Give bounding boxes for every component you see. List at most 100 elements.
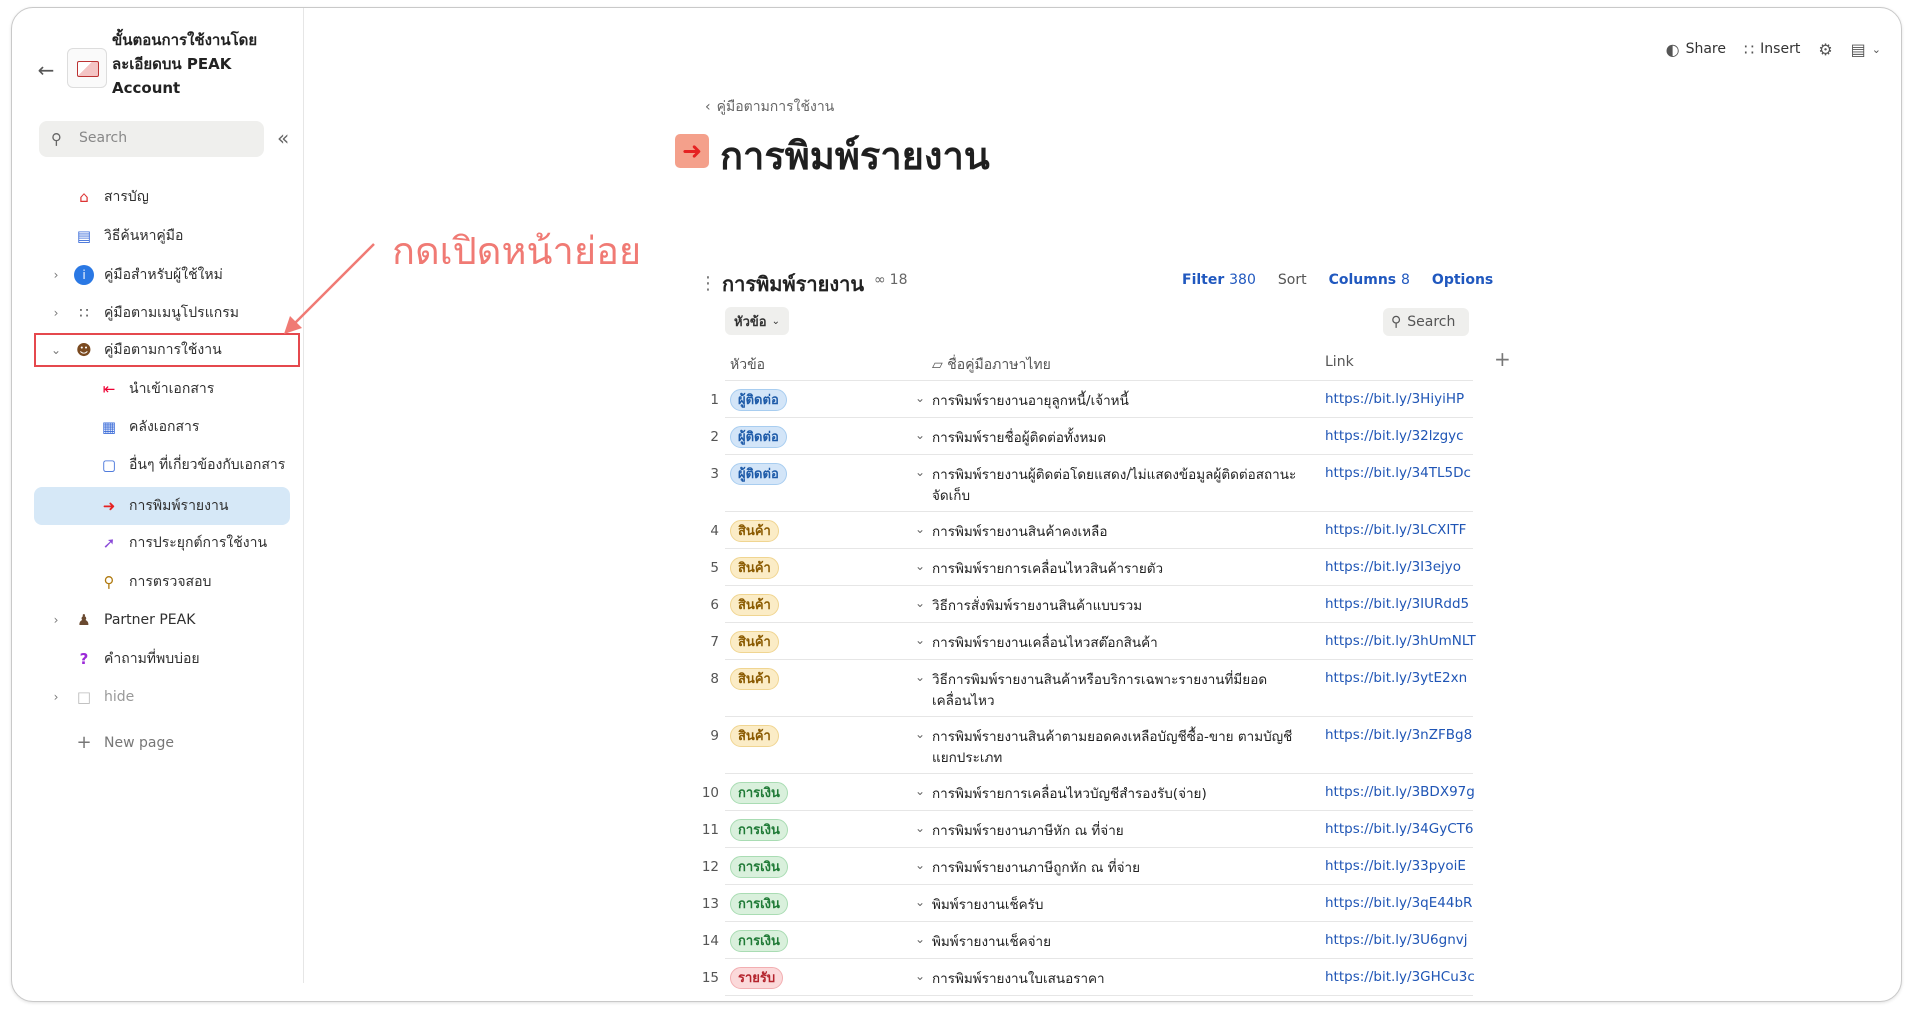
sidebar-item-how-to-search[interactable]: ▤ วิธีค้นหาคู่มือ bbox=[47, 219, 297, 253]
guide-name[interactable]: พิมพ์รายงานเช็คจ่าย bbox=[932, 932, 1302, 953]
topic-tag[interactable]: สินค้า bbox=[730, 631, 779, 653]
guide-link[interactable]: https://bit.ly/3hUmNLT bbox=[1325, 633, 1476, 649]
add-column-button[interactable]: + bbox=[1494, 347, 1511, 371]
chevron-down-icon[interactable]: ⌄ bbox=[915, 821, 925, 835]
database-menu-icon[interactable]: ⋮ bbox=[699, 273, 717, 294]
topic-tag[interactable]: การเงิน bbox=[730, 819, 788, 841]
table-row[interactable]: 15 รายรับ ⌄ การพิมพ์รายงานใบเสนอราคา https:/… bbox=[702, 959, 1475, 996]
table-row[interactable]: 1 ผู้ติดต่อ ⌄ การพิมพ์รายงานอายุลูกหนี้/เจ้… bbox=[710, 381, 1473, 418]
sidebar-item-partner-peak[interactable]: › ♟ Partner PEAK bbox=[47, 603, 297, 637]
filter-button[interactable]: Filter 380 bbox=[1182, 272, 1256, 288]
guide-name[interactable]: การพิมพ์รายงานผู้ติดต่อโดยแสดง/ไม่แสดงข้… bbox=[932, 465, 1302, 507]
guide-name[interactable]: การพิมพ์รายงานภาษีหัก ณ ที่จ่าย bbox=[932, 821, 1302, 842]
share-button[interactable]: ◐ Share bbox=[1666, 40, 1726, 59]
guide-name[interactable]: การพิมพ์รายงานสินค้าคงเหลือ bbox=[932, 522, 1302, 543]
table-row[interactable]: 5 สินค้า ⌄ การพิมพ์รายการเคลื่อนไหวสินค้ารา… bbox=[710, 549, 1473, 586]
sidebar-item-print-reports[interactable]: ➜ การพิมพ์รายงาน bbox=[34, 487, 290, 525]
guide-link[interactable]: https://bit.ly/3HiyiHP bbox=[1325, 391, 1464, 407]
insert-button[interactable]: ∷ Insert bbox=[1744, 40, 1800, 59]
group-by-chip[interactable]: หัวข้อ ⌄ bbox=[725, 307, 789, 335]
guide-link[interactable]: https://bit.ly/3BDX97g bbox=[1325, 784, 1475, 800]
guide-name[interactable]: การพิมพ์รายงานเคลื่อนไหวสต๊อกสินค้า bbox=[932, 633, 1302, 654]
guide-link[interactable]: https://bit.ly/3ytE2xn bbox=[1325, 670, 1467, 686]
table-row[interactable]: 2 ผู้ติดต่อ ⌄ การพิมพ์รายชื่อผู้ติดต่อทั้งห… bbox=[710, 418, 1473, 455]
topic-tag[interactable]: ผู้ติดต่อ bbox=[730, 389, 787, 411]
sidebar-item-doc-library[interactable]: ▦ คลังเอกสาร bbox=[47, 410, 297, 444]
table-row[interactable]: 3 ผู้ติดต่อ ⌄ การพิมพ์รายงานผู้ติดต่อโดยแสด… bbox=[710, 455, 1473, 512]
guide-link[interactable]: https://bit.ly/3IURdd5 bbox=[1325, 596, 1469, 612]
table-search-button[interactable]: ⚲ Search bbox=[1383, 308, 1469, 336]
sidebar-item-import-docs[interactable]: ⇤ นำเข้าเอกสาร bbox=[47, 372, 297, 406]
chevron-right-icon[interactable]: › bbox=[49, 613, 63, 627]
topic-tag[interactable]: ผู้ติดต่อ bbox=[730, 426, 787, 448]
chevron-down-icon[interactable]: ⌄ bbox=[915, 932, 925, 946]
column-header-name[interactable]: ▱ ชื่อคู่มือภาษาไทย bbox=[932, 354, 1051, 376]
topic-tag[interactable]: การเงิน bbox=[730, 930, 788, 952]
guide-name[interactable]: การพิมพ์รายการเคลื่อนไหวบัญชีสำรองรับ(จ่… bbox=[932, 784, 1302, 805]
chevron-down-icon[interactable]: ⌄ bbox=[915, 522, 925, 536]
chevron-down-icon[interactable]: ⌄ bbox=[915, 428, 925, 442]
sidebar-item-inspection[interactable]: ⚲ การตรวจสอบ bbox=[47, 565, 297, 599]
sidebar-item-contents[interactable]: ⌂ สารบัญ bbox=[47, 180, 297, 214]
sidebar-search[interactable]: ⚲ Search bbox=[39, 121, 264, 157]
chevron-right-icon[interactable]: › bbox=[49, 690, 63, 704]
table-row[interactable]: 13 การเงิน ⌄ พิมพ์รายงานเช็ครับ https://bit.… bbox=[702, 885, 1473, 922]
topic-tag[interactable]: สินค้า bbox=[730, 557, 779, 579]
new-page-button[interactable]: + New page bbox=[47, 726, 297, 760]
guide-name[interactable]: วิธีการพิมพ์รายงานสินค้าหรือบริการเฉพาะร… bbox=[932, 670, 1302, 712]
topic-tag[interactable]: การเงิน bbox=[730, 782, 788, 804]
sidebar-item-new-users[interactable]: › i คู่มือสำหรับผู้ใช้ใหม่ bbox=[47, 258, 297, 292]
topic-tag[interactable]: ผู้ติดต่อ bbox=[730, 463, 787, 485]
guide-link[interactable]: https://bit.ly/34TL5Dc bbox=[1325, 465, 1471, 481]
topic-tag[interactable]: รายรับ bbox=[730, 967, 784, 989]
guide-name[interactable]: การพิมพ์รายงานสินค้าตามยอดคงเหลือบัญชีซื… bbox=[932, 727, 1302, 769]
table-row[interactable]: 12 การเงิน ⌄ การพิมพ์รายงานภาษีถูกหัก ณ ที่… bbox=[702, 848, 1473, 885]
settings-button[interactable]: ⚙ bbox=[1818, 40, 1832, 59]
table-row[interactable]: 7 สินค้า ⌄ การพิมพ์รายงานเคลื่อนไหวสต๊อกสิน… bbox=[710, 623, 1476, 660]
chevron-down-icon[interactable]: ⌄ bbox=[915, 858, 925, 872]
chevron-down-icon[interactable]: ⌄ bbox=[915, 727, 925, 741]
guide-link[interactable]: https://bit.ly/34GyCT6 bbox=[1325, 821, 1473, 837]
comments-button[interactable]: ▤ ⌄ bbox=[1851, 40, 1881, 59]
topic-tag[interactable]: สินค้า bbox=[730, 520, 779, 542]
chevron-down-icon[interactable]: ⌄ bbox=[49, 343, 63, 357]
back-arrow-icon[interactable]: ← bbox=[34, 58, 58, 82]
table-row[interactable]: 11 การเงิน ⌄ การพิมพ์รายงานภาษีหัก ณ ที่จ่า… bbox=[702, 811, 1473, 848]
table-row[interactable]: 14 การเงิน ⌄ พิมพ์รายงานเช็คจ่าย https://bit… bbox=[702, 922, 1473, 959]
columns-button[interactable]: Columns 8 bbox=[1329, 272, 1410, 288]
chevron-down-icon[interactable]: ⌄ bbox=[915, 969, 925, 983]
guide-link[interactable]: https://bit.ly/3qE44bR bbox=[1325, 895, 1472, 911]
chevron-down-icon[interactable]: ⌄ bbox=[915, 559, 925, 573]
chevron-down-icon[interactable]: ⌄ bbox=[915, 465, 925, 479]
breadcrumb[interactable]: ‹ คู่มือตามการใช้งาน bbox=[705, 96, 834, 118]
database-link-count[interactable]: ∞ 18 bbox=[874, 272, 908, 288]
chevron-right-icon[interactable]: › bbox=[49, 268, 63, 282]
guide-link[interactable]: https://bit.ly/33pyoiE bbox=[1325, 858, 1466, 874]
sort-button[interactable]: Sort bbox=[1278, 272, 1307, 288]
guide-link[interactable]: https://bit.ly/32lzgyc bbox=[1325, 428, 1464, 444]
column-header-topic[interactable]: หัวข้อ bbox=[730, 354, 765, 376]
sidebar-item-by-menu[interactable]: › ∷ คู่มือตามเมนูโปรแกรม bbox=[47, 296, 297, 330]
guide-name[interactable]: การพิมพ์รายชื่อผู้ติดต่อทั้งหมด bbox=[932, 428, 1302, 449]
guide-name[interactable]: วิธีการสั่งพิมพ์รายงานสินค้าแบบรวม bbox=[932, 596, 1302, 617]
chevron-down-icon[interactable]: ⌄ bbox=[915, 596, 925, 610]
guide-name[interactable]: พิมพ์รายงานเช็ครับ bbox=[932, 895, 1302, 916]
chevron-right-icon[interactable]: › bbox=[49, 306, 63, 320]
guide-link[interactable]: https://bit.ly/3LCXITF bbox=[1325, 522, 1466, 538]
guide-name[interactable]: การพิมพ์รายงานใบเสนอราคา bbox=[932, 969, 1302, 990]
table-row[interactable]: 4 สินค้า ⌄ การพิมพ์รายงานสินค้าคงเหลือ https… bbox=[710, 512, 1473, 549]
topic-tag[interactable]: การเงิน bbox=[730, 856, 788, 878]
guide-link[interactable]: https://bit.ly/3U6gnvj bbox=[1325, 932, 1468, 948]
sidebar-item-other-docs[interactable]: ▢ อื่นๆ ที่เกี่ยวข้องกับเอกสาร bbox=[47, 448, 297, 482]
chevron-down-icon[interactable]: ⌄ bbox=[915, 391, 925, 405]
column-header-link[interactable]: Link bbox=[1325, 354, 1354, 370]
workspace-title[interactable]: ขั้นตอนการใช้งานโดย ละเอียดบน PEAK Accou… bbox=[112, 28, 262, 100]
table-row[interactable]: 10 การเงิน ⌄ การพิมพ์รายการเคลื่อนไหวบัญชีส… bbox=[702, 774, 1475, 811]
chevron-down-icon[interactable]: ⌄ bbox=[915, 633, 925, 647]
table-row[interactable]: 8 สินค้า ⌄ วิธีการพิมพ์รายงานสินค้าหรือบริก… bbox=[710, 660, 1473, 717]
guide-link[interactable]: https://bit.ly/3nZFBg8 bbox=[1325, 727, 1472, 743]
guide-name[interactable]: การพิมพ์รายงานอายุลูกหนี้/เจ้าหนี้ bbox=[932, 391, 1302, 412]
sidebar-item-faq[interactable]: ? คำถามที่พบบ่อย bbox=[47, 642, 297, 676]
collapse-sidebar-icon[interactable]: « bbox=[277, 126, 289, 150]
sidebar-item-by-usage[interactable]: ⌄ ☻ คู่มือตามการใช้งาน bbox=[34, 333, 300, 367]
